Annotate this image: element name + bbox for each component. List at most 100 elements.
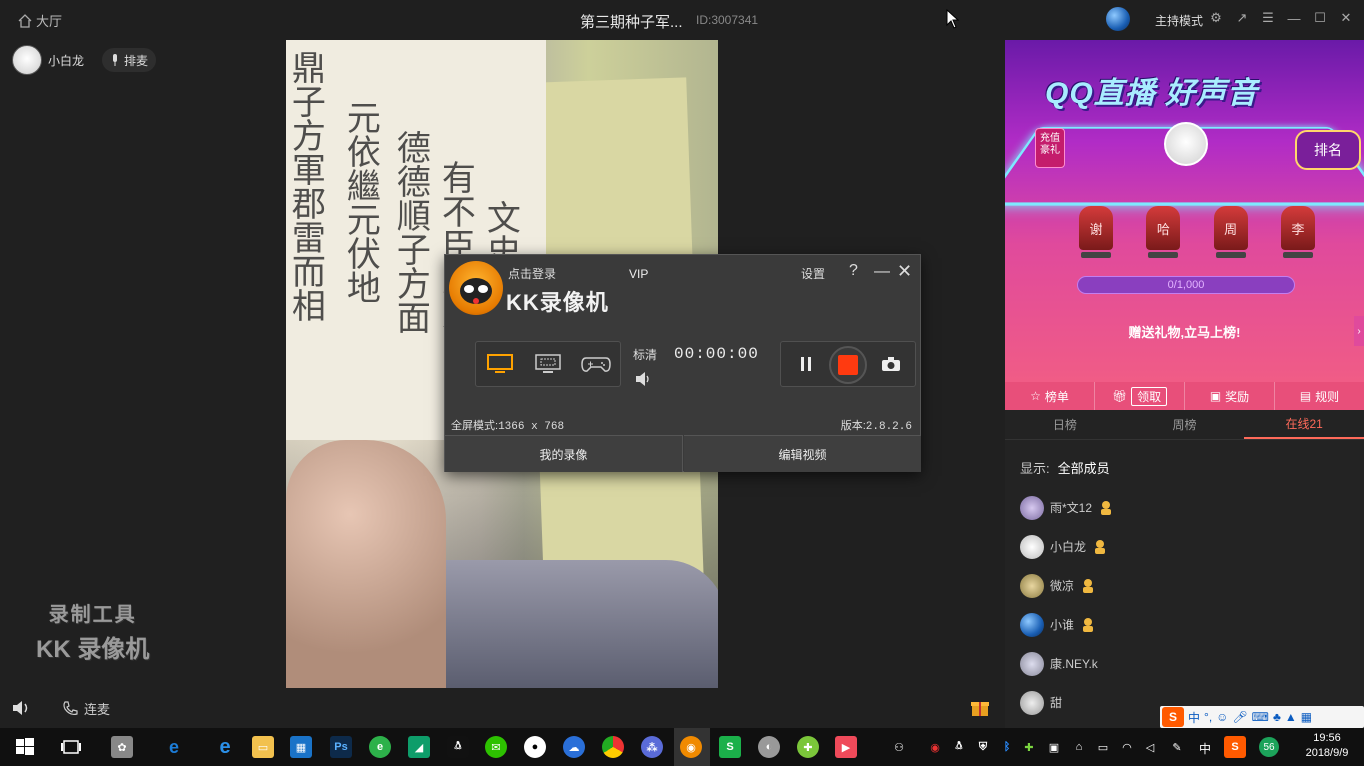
tray-app-icon[interactable]: ◉	[924, 736, 946, 758]
battery-icon[interactable]: ▭	[1092, 736, 1114, 758]
seat[interactable]: 谢	[1077, 206, 1115, 264]
tab-daily[interactable]: 日榜	[1005, 410, 1125, 439]
wifi-icon[interactable]: ◠	[1116, 736, 1138, 758]
tray-window-icon[interactable]: ▣	[1043, 736, 1065, 758]
member-filter[interactable]: 显示: 全部成员	[1020, 458, 1110, 477]
tab-rules[interactable]: ▤ 规则	[1275, 382, 1364, 410]
edit-video-button[interactable]: 编辑视频	[684, 435, 921, 472]
settings-icon[interactable]: ⚙	[1208, 10, 1224, 26]
toolbox-icon[interactable]: ▦	[1301, 710, 1312, 724]
tray-input-language[interactable]: 中	[1199, 740, 1211, 757]
kk-vip-badge[interactable]: VIP	[629, 267, 648, 281]
plus-tray-icon[interactable]: ✚	[1018, 736, 1040, 758]
volume-icon[interactable]	[12, 700, 30, 716]
minimize-icon[interactable]: —	[1286, 10, 1302, 26]
menu-icon[interactable]: ☰	[1260, 10, 1276, 26]
list-item[interactable]: 康.NEY.k	[1020, 644, 1360, 683]
soccer-app-icon[interactable]: ●	[524, 736, 546, 758]
photoshop-icon[interactable]: Ps	[330, 736, 352, 758]
pause-icon[interactable]	[799, 355, 813, 373]
avatar-globe[interactable]	[1106, 7, 1130, 31]
emoji-icon[interactable]: ☺	[1216, 710, 1228, 724]
help-icon[interactable]: ?	[849, 262, 858, 280]
mic-link-button[interactable]: 连麦	[62, 699, 110, 718]
internet-explorer-icon[interactable]: e	[163, 736, 185, 758]
kk-recorder-taskbar-icon[interactable]: ◉	[680, 736, 702, 758]
gray-app-icon[interactable]: ◐	[758, 736, 780, 758]
wps-sheet-icon[interactable]: S	[719, 736, 741, 758]
kk-volume-icon[interactable]	[635, 371, 653, 387]
shield-icon[interactable]: ⛨	[972, 736, 994, 758]
store-icon[interactable]: ▦	[290, 736, 312, 758]
notification-count[interactable]: 56	[1259, 737, 1279, 757]
filter-value: 全部成员	[1057, 461, 1110, 476]
usb-icon[interactable]: ⌂	[1068, 736, 1090, 758]
seat-label: 哈	[1146, 206, 1181, 250]
camera-icon[interactable]	[881, 356, 901, 372]
bluetooth-icon[interactable]: ᛒ	[996, 736, 1018, 758]
punctuation-icon[interactable]: °,	[1204, 710, 1212, 724]
queue-mic-button[interactable]: 排麦	[102, 48, 157, 72]
my-videos-button[interactable]: 我的录像	[445, 435, 683, 472]
ime-toolbar[interactable]: S 中 °, ☺ 🎤︎ ⌨ ♣ ▲ ▦	[1160, 706, 1364, 728]
seat[interactable]: 李	[1279, 206, 1317, 264]
clock[interactable]: 19:56 2018/9/9	[1296, 731, 1358, 761]
recording-controls	[780, 341, 916, 387]
qq-tray-icon[interactable]: 🐧︎	[948, 736, 970, 758]
network-app-icon[interactable]: ⁂	[641, 736, 663, 758]
shirt-icon[interactable]: ▲	[1285, 710, 1297, 724]
sogou-tray-icon[interactable]: S	[1224, 736, 1246, 758]
pen-icon[interactable]: ✎	[1166, 736, 1188, 758]
close-icon[interactable]: ✕	[1338, 10, 1354, 26]
windows-start-icon[interactable]	[14, 736, 36, 758]
voice-icon[interactable]: 🎤︎	[1232, 710, 1247, 724]
tab-online[interactable]: 在线21	[1244, 410, 1364, 439]
tab-rewards[interactable]: ▣ 奖励	[1185, 382, 1275, 410]
ranking-button[interactable]: 排名	[1295, 130, 1361, 170]
record-stop-button[interactable]	[829, 346, 867, 384]
kk-settings-button[interactable]: 设置	[801, 265, 825, 282]
gift-icon[interactable]	[970, 697, 990, 717]
hall-link[interactable]: 大厅	[18, 11, 62, 30]
fan-app-icon[interactable]: ✿	[111, 736, 133, 758]
file-explorer-icon[interactable]: ▭	[252, 736, 274, 758]
wechat-icon[interactable]: ✉	[485, 736, 507, 758]
host-user[interactable]: 小白龙	[12, 45, 84, 75]
kk-login-link[interactable]: 点击登录	[508, 265, 556, 282]
skin-icon[interactable]: ♣	[1273, 710, 1281, 724]
chevron-right-icon[interactable]: ›	[1354, 316, 1364, 346]
seat[interactable]: 哈	[1144, 206, 1182, 264]
kk-close-icon[interactable]: ✕	[897, 261, 912, 282]
event-banner[interactable]: QQ直播 好声音 充值豪礼 排名 谢 哈 周 李 0/1,000 赠送礼物,立马…	[1005, 40, 1364, 382]
tab-leaderboard[interactable]: ☆ 榜单	[1005, 382, 1095, 410]
people-icon[interactable]: ⚇	[888, 736, 910, 758]
tab-weekly[interactable]: 周榜	[1125, 410, 1245, 439]
list-item[interactable]: 小谁	[1020, 605, 1360, 644]
window-mode-icon[interactable]	[533, 352, 563, 376]
speaker-icon[interactable]: ◁	[1139, 736, 1161, 758]
list-item[interactable]: 小白龙	[1020, 527, 1360, 566]
green-app-icon[interactable]: ◢	[408, 736, 430, 758]
screen-mode-icon[interactable]	[485, 352, 515, 376]
video-chat-icon[interactable]: ▶	[835, 736, 857, 758]
seat[interactable]: 周	[1212, 206, 1250, 264]
chrome-icon[interactable]	[602, 736, 624, 758]
share-icon[interactable]: ↗	[1234, 10, 1250, 26]
kk-minimize-icon[interactable]: —	[874, 263, 890, 281]
host-mode-label[interactable]: 主持模式	[1155, 12, 1203, 29]
maximize-icon[interactable]: ☐	[1312, 10, 1328, 26]
task-view-icon[interactable]	[60, 736, 82, 758]
plus-app-icon[interactable]: ✚	[797, 736, 819, 758]
quality-selector[interactable]: 标清	[633, 346, 657, 363]
ime-language[interactable]: 中	[1188, 709, 1200, 726]
browser-360-icon[interactable]: e	[369, 736, 391, 758]
recharge-badge[interactable]: 充值豪礼	[1035, 128, 1065, 168]
game-mode-icon[interactable]	[581, 352, 611, 376]
keyboard-icon[interactable]: ⌨	[1252, 710, 1269, 724]
tab-claim[interactable]: 🎁︎ 领取	[1095, 382, 1185, 410]
list-item[interactable]: 雨*文12	[1020, 488, 1360, 527]
qq-icon[interactable]: 🐧︎	[447, 736, 469, 758]
list-item[interactable]: 微凉	[1020, 566, 1360, 605]
edge-icon[interactable]: e	[214, 736, 236, 758]
cloud-app-icon[interactable]: ☁	[563, 736, 585, 758]
